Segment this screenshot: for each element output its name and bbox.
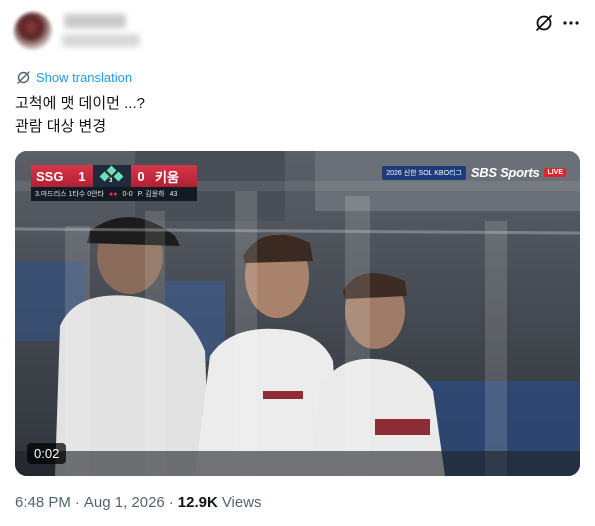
scorebug-inning: 3: [109, 178, 113, 184]
scorebug-home-team: 키움: [155, 169, 179, 185]
author-avatar[interactable]: [14, 12, 52, 50]
tweet-text-line: 관람 대상 변경: [15, 118, 107, 135]
meta-separator: ·: [168, 494, 174, 511]
show-translation-label[interactable]: Show translation: [36, 70, 132, 85]
tweet-time[interactable]: 6:48 PM: [15, 494, 71, 511]
scorebug-pitch-count: 43: [169, 190, 178, 198]
scorebug-away-team: SSG: [36, 168, 64, 184]
video-duration-badge: 0:02: [27, 443, 67, 464]
scorebug-pitcher: P. 김윤하: [137, 191, 165, 198]
scorebug: SSG 1 3 0 키움 3.마드리스 1타수 0안타 ●● 0-0 P. 김윤…: [31, 165, 197, 201]
scorebug-outs-dots: ●●: [109, 190, 118, 198]
scorebug-home-score: 0: [137, 168, 145, 184]
meta-separator: ·: [74, 494, 80, 511]
video-player[interactable]: SSG 1 3 0 키움 3.마드리스 1타수 0안타 ●● 0-0 P. 김윤…: [15, 151, 580, 476]
scorebug-bases: 3: [93, 165, 131, 187]
scorebug-away-score: 1: [78, 168, 86, 184]
show-translation-link[interactable]: Show translation: [16, 70, 132, 85]
author-handle[interactable]: [62, 34, 140, 47]
grok-icon[interactable]: [534, 13, 554, 33]
tweet-date[interactable]: Aug 1, 2026: [84, 494, 165, 511]
kbo-league-logo: 2026 신한 SOL KBO리그: [382, 165, 466, 180]
scorebug-batter: 3.마드리스 1타수 0안타: [35, 191, 105, 198]
more-icon[interactable]: [561, 13, 581, 33]
views-count[interactable]: 12.9K: [178, 494, 218, 511]
tweet-text: 고척에 맷 데이먼 ...? 관람 대상 변경: [15, 92, 145, 138]
scorebug-count: 0-0: [122, 190, 133, 198]
translate-icon: [17, 71, 30, 84]
broadcast-logos: 2026 신한 SOL KBO리그 SBS Sports LIVE: [382, 165, 566, 180]
sbs-sports-logo: SBS Sports: [470, 165, 540, 180]
author-name[interactable]: [64, 14, 126, 28]
tweet-text-line: 고척에 맷 데이먼 ...?: [15, 95, 145, 112]
live-badge: LIVE: [544, 168, 566, 177]
tweet-meta: 6:48 PM · Aug 1, 2026 · 12.9K Views: [15, 494, 262, 511]
views-label[interactable]: Views: [222, 494, 262, 511]
